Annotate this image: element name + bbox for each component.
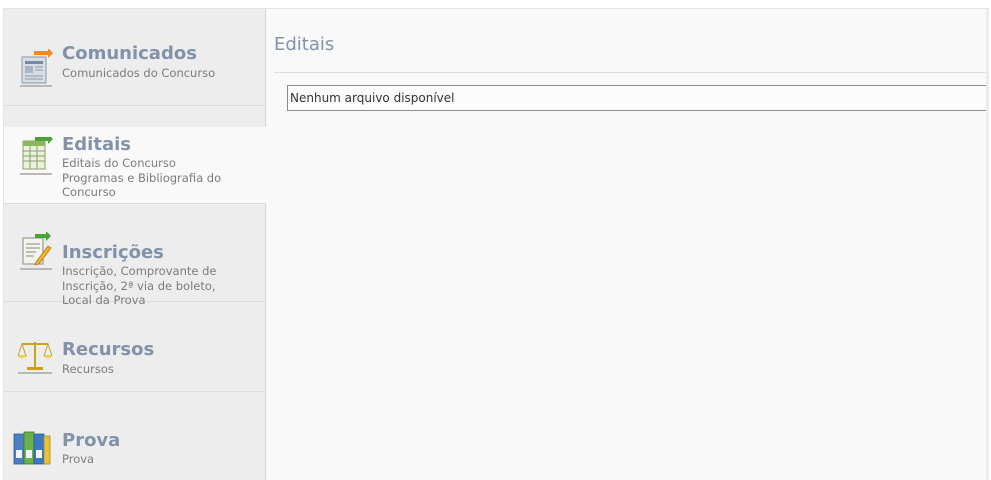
sidebar-item-title: Inscrições — [62, 242, 164, 263]
scrollbar[interactable] — [986, 9, 989, 480]
sidebar-item-title: Editais — [62, 134, 131, 155]
sidebar-item-description: Editais do Concurso Programas e Bibliogr… — [62, 156, 222, 199]
sidebar-item-title: Recursos — [62, 339, 155, 360]
form-pencil-icon — [20, 232, 52, 270]
sidebar-item-title: Comunicados — [62, 43, 197, 64]
sidebar-item-recursos[interactable]: Recursos Recursos — [4, 302, 265, 392]
sidebar-item-prova[interactable]: Prova Prova — [4, 392, 265, 480]
spreadsheet-icon — [20, 137, 53, 175]
newspaper-icon — [20, 49, 53, 87]
sidebar-item-title: Prova — [62, 430, 121, 451]
sidebar-item-description: Recursos — [62, 362, 114, 376]
sidebar-item-description: Comunicados do Concurso — [62, 66, 216, 80]
empty-files-message: Nenhum arquivo disponível — [287, 85, 989, 111]
sidebar: Comunicados Comunicados do Concurso Edit… — [4, 9, 266, 480]
binders-icon — [13, 431, 51, 465]
sidebar-item-inscricoes[interactable]: Inscrições Inscrição, Comprovante de Ins… — [4, 204, 265, 307]
sidebar-item-description: Inscrição, Comprovante de Inscrição, 2ª … — [62, 264, 217, 307]
sidebar-item-comunicados[interactable]: Comunicados Comunicados do Concurso — [4, 9, 265, 106]
page-frame: Comunicados Comunicados do Concurso Edit… — [3, 8, 989, 480]
scales-icon — [18, 342, 52, 374]
main-content: Editais Nenhum arquivo disponível — [266, 9, 989, 480]
sidebar-item-description: Prova — [62, 452, 95, 466]
sidebar-item-editais[interactable]: Editais Editais do Concurso Programas e … — [4, 127, 266, 204]
page-title: Editais — [274, 34, 335, 55]
title-divider — [274, 72, 989, 73]
